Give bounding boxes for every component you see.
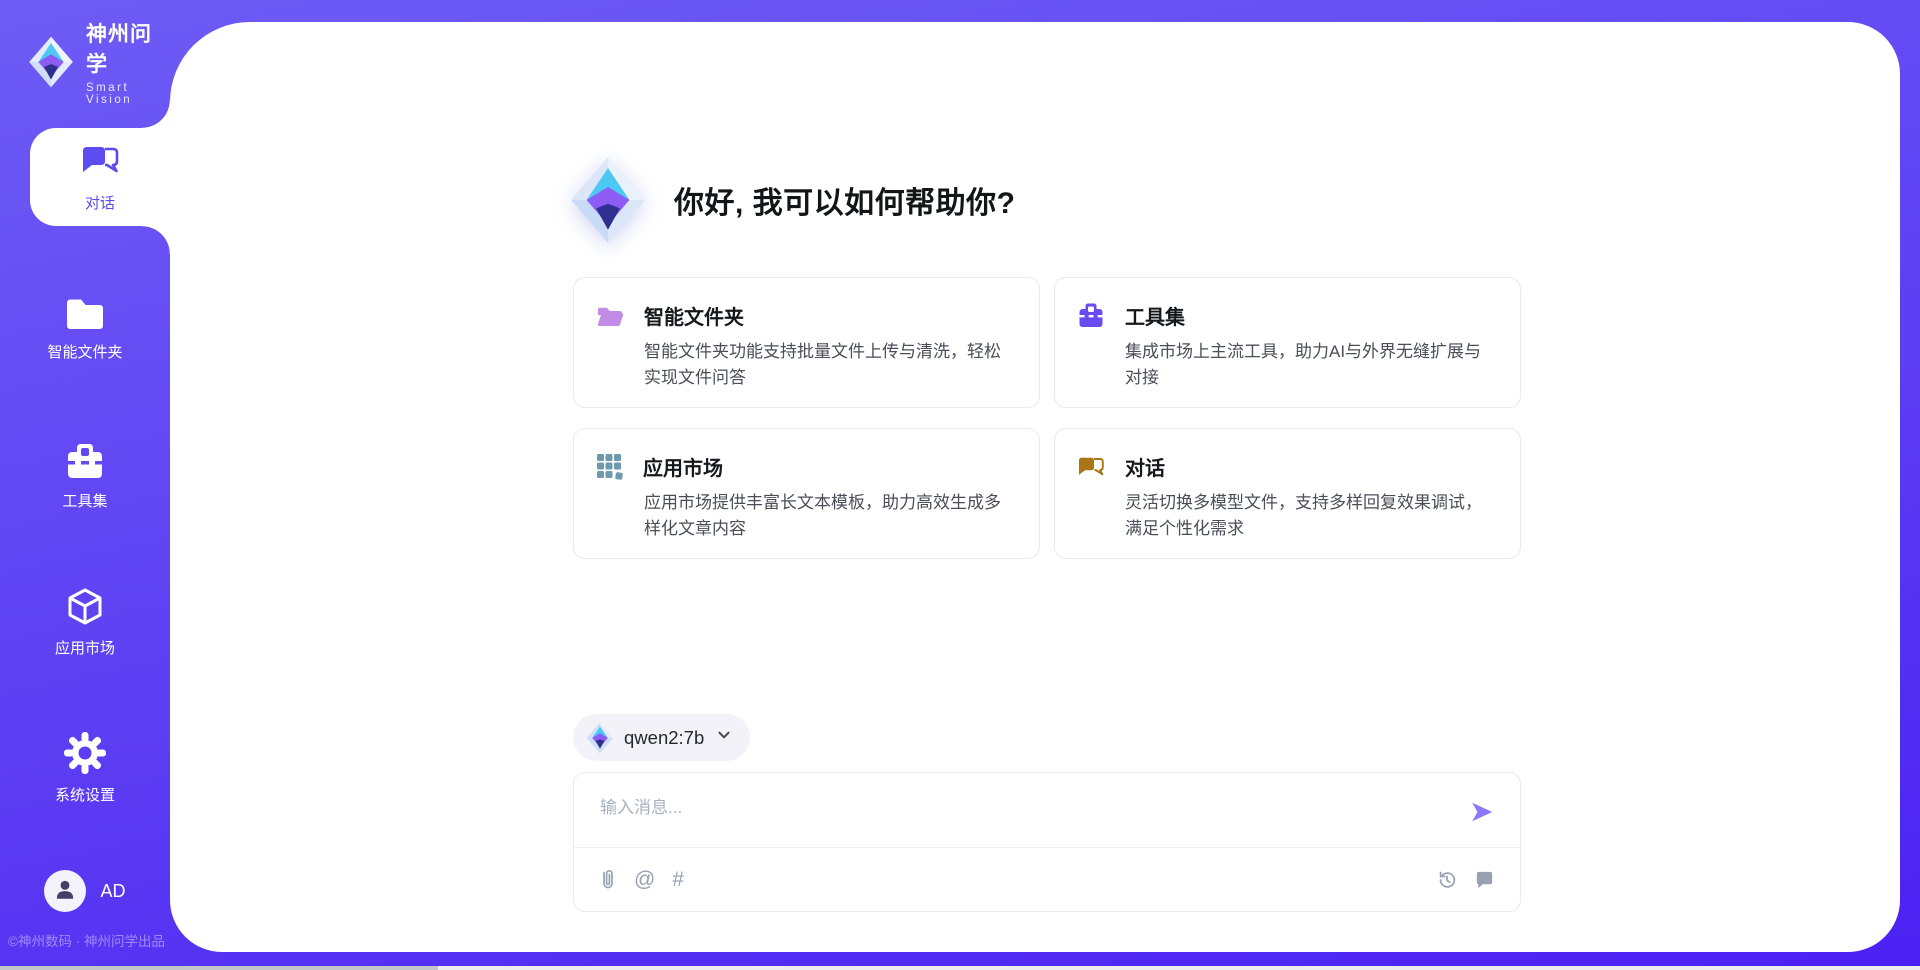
- open-folder-icon: [596, 303, 624, 328]
- card-description: 应用市场提供丰富长文本模板，助力高效生成多样化文章内容: [644, 490, 1015, 542]
- hash-icon[interactable]: #: [672, 868, 684, 892]
- chat-bubbles-icon: [79, 142, 121, 184]
- message-input[interactable]: [600, 793, 1430, 839]
- diamond-logo-icon: [28, 36, 74, 88]
- grid-icon: [596, 453, 623, 480]
- mention-icon[interactable]: @: [634, 868, 655, 892]
- sidebar: 神州问学 Smart Vision 对话 智能文件夹: [0, 0, 170, 970]
- greeting-row: 你好, 我可以如何帮助你?: [570, 156, 1016, 244]
- scrollbar-thumb[interactable]: [0, 966, 438, 970]
- greeting-title: 你好, 我可以如何帮助你?: [674, 178, 1016, 222]
- sidebar-item-label: 应用市场: [55, 637, 115, 658]
- card-title: 应用市场: [643, 452, 723, 481]
- feature-cards-grid: 智能文件夹 智能文件夹功能支持批量文件上传与清洗，轻松实现文件问答: [573, 277, 1521, 559]
- diamond-logo-icon: [586, 722, 614, 754]
- paperclip-icon[interactable]: [599, 868, 617, 892]
- card-description: 集成市场上主流工具，助力AI与外界无缝扩展与对接: [1125, 339, 1496, 391]
- send-icon: [1469, 799, 1495, 828]
- sidebar-item-settings[interactable]: 系统设置: [0, 731, 170, 805]
- user-account[interactable]: AD: [0, 870, 170, 912]
- avatar: [44, 870, 86, 912]
- briefcase-icon: [1077, 302, 1105, 329]
- card-app-market[interactable]: 应用市场 应用市场提供丰富长文本模板，助力高效生成多样化文章内容: [573, 428, 1040, 559]
- horizontal-scrollbar[interactable]: [0, 966, 1920, 970]
- app-window: 神州问学 Smart Vision 对话 智能文件夹: [0, 0, 1920, 970]
- card-title: 对话: [1125, 452, 1165, 481]
- sidebar-item-label: 对话: [85, 192, 115, 213]
- sidebar-item-label: 系统设置: [55, 784, 115, 805]
- card-description: 智能文件夹功能支持批量文件上传与清洗，轻松实现文件问答: [644, 339, 1015, 391]
- toolbox-icon: [64, 441, 106, 481]
- sidebar-item-toolset[interactable]: 工具集: [0, 441, 170, 511]
- send-button[interactable]: [1466, 797, 1498, 829]
- composer-toolbar-right: [1436, 869, 1495, 891]
- folder-icon: [63, 294, 107, 332]
- chat-icon: [1077, 454, 1105, 480]
- card-smart-folder[interactable]: 智能文件夹 智能文件夹功能支持批量文件上传与清洗，轻松实现文件问答: [573, 277, 1040, 408]
- brand-logo-row: 神州问学 Smart Vision: [28, 18, 170, 106]
- card-title: 智能文件夹: [644, 301, 744, 330]
- sidebar-item-app-market[interactable]: 应用市场: [0, 586, 170, 658]
- sidebar-item-label: 智能文件夹: [47, 341, 122, 362]
- user-name: AD: [100, 881, 125, 902]
- card-chat[interactable]: 对话 灵活切换多模型文件，支持多样回复效果调试，满足个性化需求: [1054, 428, 1521, 559]
- cube-icon: [64, 586, 106, 628]
- card-toolset[interactable]: 工具集 集成市场上主流工具，助力AI与外界无缝扩展与对接: [1054, 277, 1521, 408]
- brand-text: 神州问学 Smart Vision: [86, 18, 170, 106]
- card-title: 工具集: [1125, 301, 1185, 330]
- copyright-footer: ©神州数码 · 神州问学出品: [8, 930, 238, 950]
- composer-toolbar: @ #: [599, 848, 1495, 911]
- message-composer: @ #: [573, 772, 1521, 912]
- model-selector[interactable]: qwen2:7b: [573, 714, 750, 761]
- gear-icon: [63, 731, 107, 775]
- person-icon: [52, 876, 78, 907]
- sidebar-item-smart-folder[interactable]: 智能文件夹: [0, 294, 170, 362]
- sidebar-item-chat[interactable]: 对话: [30, 128, 170, 226]
- chat-square-icon[interactable]: [1474, 869, 1495, 890]
- chevron-down-icon: [714, 725, 734, 750]
- diamond-logo-icon: [570, 156, 646, 244]
- history-icon[interactable]: [1436, 869, 1458, 891]
- sidebar-item-label: 工具集: [62, 490, 107, 511]
- brand-name: 神州问学: [86, 18, 170, 78]
- card-description: 灵活切换多模型文件，支持多样回复效果调试，满足个性化需求: [1125, 490, 1496, 542]
- model-name: qwen2:7b: [624, 727, 704, 749]
